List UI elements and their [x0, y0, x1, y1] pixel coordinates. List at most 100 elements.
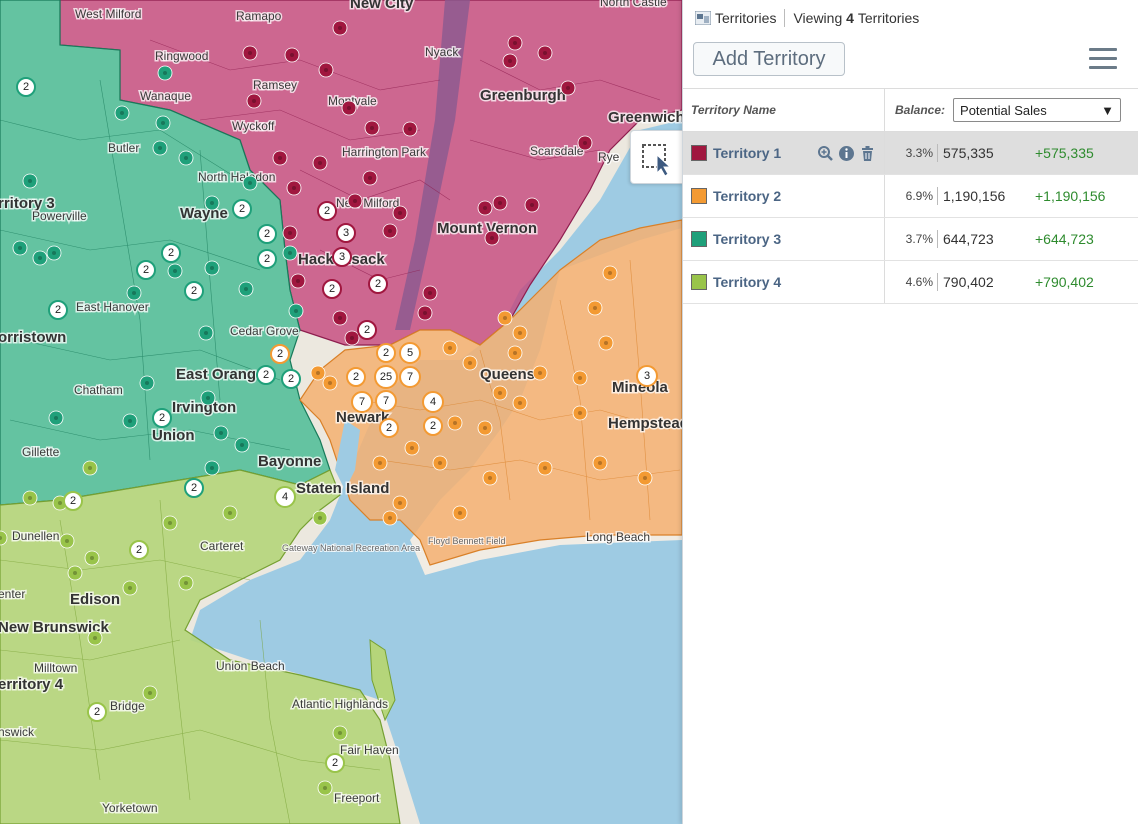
- label-long-beach: Long Beach: [586, 530, 650, 544]
- cluster-marker[interactable]: 2: [322, 279, 342, 299]
- cluster-marker[interactable]: 2: [368, 274, 388, 294]
- cluster-marker[interactable]: 2: [63, 491, 83, 511]
- pin-dot: [184, 581, 188, 585]
- territory-name-link[interactable]: Territory 3: [713, 231, 781, 247]
- territory-name-link[interactable]: Territory 4: [713, 274, 781, 290]
- svg-text:2: 2: [264, 253, 270, 265]
- pin-dot: [28, 179, 32, 183]
- svg-text:7: 7: [383, 395, 389, 407]
- lasso-select-icon: [642, 144, 672, 177]
- cluster-marker[interactable]: 2: [357, 320, 377, 340]
- cluster-marker[interactable]: 2: [184, 478, 204, 498]
- territory-color-swatch[interactable]: [691, 231, 707, 247]
- cluster-marker[interactable]: 7: [375, 390, 397, 412]
- cluster-marker[interactable]: 2: [152, 408, 172, 428]
- lasso-select-button[interactable]: [630, 130, 683, 184]
- cluster-marker[interactable]: 2: [184, 281, 204, 301]
- territory-name-cell: Territory 3: [683, 218, 885, 260]
- pin-dot: [296, 279, 300, 283]
- pin-dot: [508, 59, 512, 63]
- pin-dot: [288, 231, 292, 235]
- cluster-marker[interactable]: 2: [257, 249, 277, 269]
- label-powerville: Powerville: [32, 209, 87, 223]
- label-east-hanover: East Hanover: [76, 300, 149, 314]
- cluster-marker[interactable]: 2: [256, 365, 276, 385]
- pin-dot: [54, 416, 58, 420]
- pin-dot: [518, 401, 522, 405]
- pin-dot: [294, 309, 298, 313]
- cluster-marker[interactable]: 3: [636, 365, 658, 387]
- column-header-territory-name[interactable]: Territory Name: [683, 89, 885, 131]
- cluster-marker[interactable]: 2: [48, 300, 68, 320]
- cluster-marker[interactable]: 3: [336, 223, 356, 243]
- cluster-marker[interactable]: 2: [376, 343, 396, 363]
- territory-row[interactable]: Territory 3 3.7% 644,723 +644,723: [683, 218, 1138, 261]
- pin-dot: [490, 236, 494, 240]
- cluster-marker[interactable]: 4: [274, 486, 296, 508]
- pin-dot: [338, 731, 342, 735]
- balance-select[interactable]: Potential Sales ▼: [953, 98, 1122, 122]
- label-gillette: Gillette: [22, 445, 60, 459]
- cluster-marker[interactable]: 2: [87, 702, 107, 722]
- cluster-marker[interactable]: 2: [379, 418, 399, 438]
- pin-dot: [578, 411, 582, 415]
- cluster-marker[interactable]: 7: [399, 366, 421, 388]
- cluster-marker[interactable]: 2: [16, 77, 36, 97]
- cluster-marker[interactable]: 2: [423, 416, 443, 436]
- territory-row[interactable]: Territory 1 3.3% 575,335 +575,335: [683, 132, 1138, 175]
- label-bridge: Bridge: [110, 699, 145, 713]
- cluster-marker[interactable]: 5: [399, 342, 421, 364]
- svg-text:3: 3: [343, 227, 349, 239]
- svg-text:2: 2: [277, 348, 283, 360]
- cell-divider: [937, 230, 938, 248]
- pin-dot: [583, 141, 587, 145]
- pin-dot: [338, 316, 342, 320]
- viewing-prefix: Viewing: [793, 10, 843, 26]
- pin-dot: [248, 181, 252, 185]
- pin-dot: [58, 501, 62, 505]
- pin-dot: [316, 371, 320, 375]
- svg-text:4: 4: [282, 491, 288, 503]
- cluster-marker[interactable]: 2: [281, 369, 301, 389]
- hamburger-menu-icon[interactable]: [1089, 48, 1117, 70]
- trash-icon[interactable]: [859, 145, 876, 162]
- territory-row[interactable]: Territory 2 6.9% 1,190,156 +1,190,156: [683, 175, 1138, 218]
- territory-color-swatch[interactable]: [691, 145, 707, 161]
- zoom-in-icon[interactable]: [817, 145, 834, 162]
- territory-delta: +575,335: [1035, 145, 1094, 161]
- cluster-marker[interactable]: 4: [422, 391, 444, 413]
- cluster-marker[interactable]: 2: [136, 260, 156, 280]
- cluster-marker[interactable]: 2: [161, 243, 181, 263]
- label-north-haledon: North Haledon: [198, 170, 275, 184]
- territory-name-link[interactable]: Territory 1: [713, 145, 781, 161]
- cluster-marker[interactable]: 2: [270, 344, 290, 364]
- territory-delta: +790,402: [1035, 274, 1094, 290]
- territory-value: 575,335: [943, 145, 994, 161]
- territory-color-swatch[interactable]: [691, 188, 707, 204]
- cluster-marker[interactable]: 3: [332, 247, 352, 267]
- svg-text:2: 2: [383, 347, 389, 359]
- cluster-marker[interactable]: 25: [374, 365, 398, 389]
- cluster-marker[interactable]: 2: [317, 201, 337, 221]
- pin-dot: [128, 419, 132, 423]
- cluster-marker[interactable]: 2: [232, 199, 252, 219]
- cluster-marker[interactable]: 2: [257, 224, 277, 244]
- cell-divider: [937, 187, 938, 205]
- pin-dot: [448, 346, 452, 350]
- info-icon[interactable]: [838, 145, 855, 162]
- cluster-marker[interactable]: 2: [129, 540, 149, 560]
- cluster-marker[interactable]: 2: [346, 367, 366, 387]
- territory-percent: 3.7%: [905, 232, 933, 246]
- cluster-marker[interactable]: 2: [325, 753, 345, 773]
- label-edison: Edison: [70, 591, 120, 608]
- territory-name-link[interactable]: Territory 2: [713, 188, 781, 204]
- territory-color-swatch[interactable]: [691, 274, 707, 290]
- territory-row[interactable]: Territory 4 4.6% 790,402 +790,402: [683, 261, 1138, 304]
- cluster-marker[interactable]: 7: [351, 391, 373, 413]
- add-territory-button[interactable]: Add Territory: [693, 42, 845, 76]
- label-ramapo: Ramapo: [236, 9, 282, 23]
- pin-dot: [128, 586, 132, 590]
- label-ramsey: Ramsey: [253, 78, 297, 92]
- pin-dot: [428, 291, 432, 295]
- svg-text:2: 2: [70, 495, 76, 507]
